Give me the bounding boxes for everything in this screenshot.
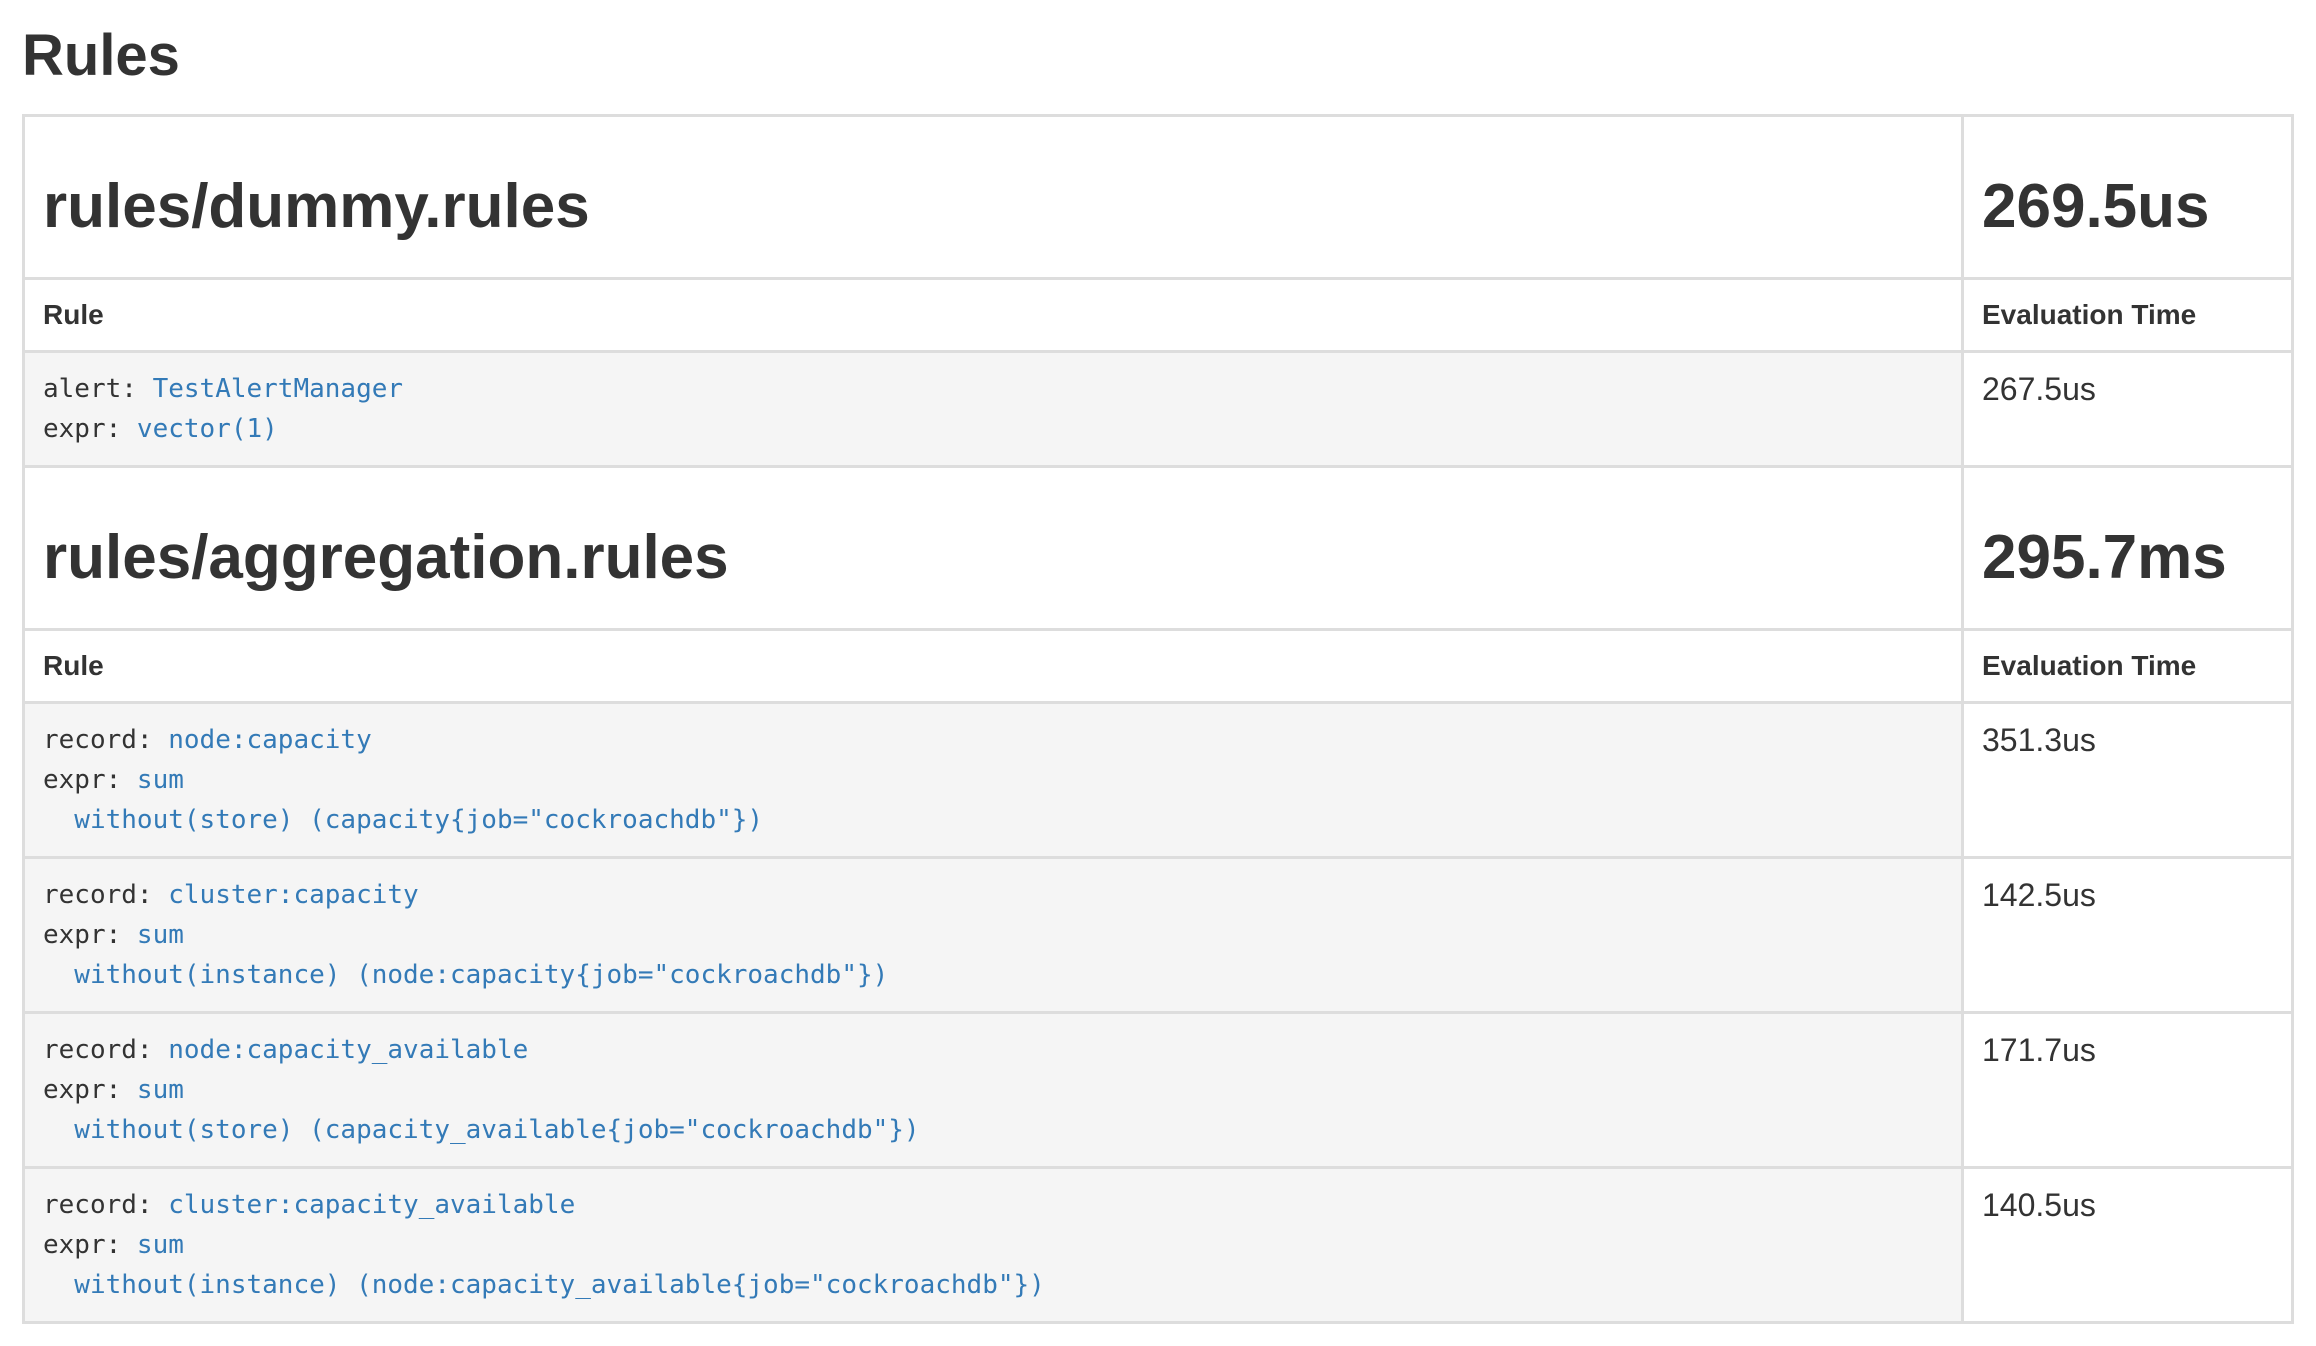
page-title: Rules — [22, 24, 2294, 88]
expr-keyword: expr: — [43, 414, 137, 444]
rule-group-total-time: 269.5us — [1982, 171, 2273, 243]
column-header-rule: Rule — [24, 630, 1963, 703]
rule-row: record: node:capacity expr: sum without(… — [24, 703, 2293, 858]
rule-definition-cell: record: cluster:capacity expr: sum witho… — [24, 858, 1963, 1013]
rule-definition-cell: record: node:capacity expr: sum without(… — [24, 703, 1963, 858]
column-header-evaluation-time: Evaluation Time — [1963, 630, 2293, 703]
rule-definition: record: cluster:capacity_available expr:… — [25, 1169, 1961, 1321]
rule-expr-link[interactable]: vector(1) — [137, 414, 278, 444]
rule-definition: record: node:capacity expr: sum without(… — [25, 704, 1961, 856]
rule-keyword: record: — [43, 1035, 168, 1065]
rule-name-link[interactable]: node:capacity — [168, 725, 372, 755]
column-header-row: Rule Evaluation Time — [24, 279, 2293, 352]
rule-group-file-cell: rules/dummy.rules — [24, 116, 1963, 279]
rule-name-link[interactable]: node:capacity_available — [168, 1035, 528, 1065]
rule-group-file-name: rules/dummy.rules — [43, 171, 1943, 243]
rule-definition-cell: record: cluster:capacity_available expr:… — [24, 1168, 1963, 1323]
expr-keyword: expr: — [43, 765, 137, 795]
rule-row: record: cluster:capacity expr: sum witho… — [24, 858, 2293, 1013]
rule-evaluation-time: 171.7us — [1963, 1013, 2293, 1168]
column-header-evaluation-time: Evaluation Time — [1963, 279, 2293, 352]
rule-evaluation-time: 140.5us — [1963, 1168, 2293, 1323]
rule-definition: record: node:capacity_available expr: su… — [25, 1014, 1961, 1166]
rule-row: record: cluster:capacity_available expr:… — [24, 1168, 2293, 1323]
rules-table: rules/dummy.rules 269.5us Rule Evaluatio… — [22, 114, 2294, 1324]
rule-name-link[interactable]: TestAlertManager — [153, 374, 403, 404]
rule-group-file-name: rules/aggregation.rules — [43, 522, 1943, 594]
rule-expr-link[interactable]: sum without(instance) (node:capacity{job… — [43, 920, 888, 990]
rule-row: record: node:capacity_available expr: su… — [24, 1013, 2293, 1168]
rule-expr-link[interactable]: sum without(store) (capacity_available{j… — [43, 1075, 920, 1145]
rule-keyword: alert: — [43, 374, 153, 404]
rule-group-total-time-cell: 269.5us — [1963, 116, 2293, 279]
rule-keyword: record: — [43, 1190, 168, 1220]
rules-page: Rules rules/dummy.rules 269.5us Rule Eva… — [0, 24, 2316, 1324]
rule-definition-cell: alert: TestAlertManager expr: vector(1) — [24, 352, 1963, 467]
rule-row: alert: TestAlertManager expr: vector(1) … — [24, 352, 2293, 467]
rule-evaluation-time: 267.5us — [1963, 352, 2293, 467]
rule-definition: record: cluster:capacity expr: sum witho… — [25, 859, 1961, 1011]
expr-keyword: expr: — [43, 1230, 137, 1260]
rule-evaluation-time: 142.5us — [1963, 858, 2293, 1013]
expr-keyword: expr: — [43, 1075, 137, 1105]
rule-definition: alert: TestAlertManager expr: vector(1) — [25, 353, 1961, 465]
rule-definition-cell: record: node:capacity_available expr: su… — [24, 1013, 1963, 1168]
rule-keyword: record: — [43, 725, 168, 755]
rule-group-total-time: 295.7ms — [1982, 522, 2273, 594]
rule-name-link[interactable]: cluster:capacity — [168, 880, 418, 910]
rule-keyword: record: — [43, 880, 168, 910]
rule-expr-link[interactable]: sum without(store) (capacity{job="cockro… — [43, 765, 763, 835]
rule-group-total-time-cell: 295.7ms — [1963, 467, 2293, 630]
expr-keyword: expr: — [43, 920, 137, 950]
rule-evaluation-time: 351.3us — [1963, 703, 2293, 858]
rule-group-header-row: rules/aggregation.rules 295.7ms — [24, 467, 2293, 630]
column-header-rule: Rule — [24, 279, 1963, 352]
rule-expr-link[interactable]: sum without(instance) (node:capacity_ava… — [43, 1230, 1045, 1300]
rule-name-link[interactable]: cluster:capacity_available — [168, 1190, 575, 1220]
rule-group-header-row: rules/dummy.rules 269.5us — [24, 116, 2293, 279]
column-header-row: Rule Evaluation Time — [24, 630, 2293, 703]
rule-group-file-cell: rules/aggregation.rules — [24, 467, 1963, 630]
